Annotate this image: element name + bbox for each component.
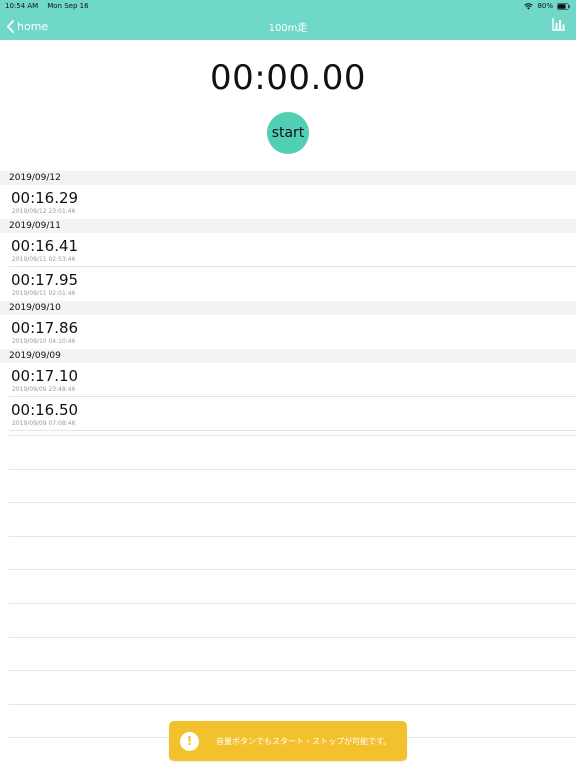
timer-display: 00:00.00 xyxy=(209,58,367,98)
battery-percent: 80% xyxy=(537,2,553,10)
header: 10:54 AM Mon Sep 16 80% home 100m走 xyxy=(0,0,576,40)
status-bar: 10:54 AM Mon Sep 16 80% xyxy=(0,0,576,12)
record-row[interactable]: 00:17.95 2019/09/11 02:01:46 xyxy=(9,267,576,301)
record-row[interactable]: 00:16.29 2019/09/12 23:01:46 xyxy=(9,185,576,219)
record-timestamp: 2019/09/11 02:53:46 xyxy=(12,256,76,263)
record-time: 00:16.41 xyxy=(11,237,79,255)
empty-rows xyxy=(9,435,576,768)
section-header-date: 2019/09/12 xyxy=(0,171,576,185)
section-header-date: 2019/09/10 xyxy=(0,301,576,315)
empty-row xyxy=(9,602,576,637)
toast: ! 音量ボタンでもスタート・ストップが可能です。 xyxy=(169,721,407,761)
empty-row xyxy=(9,435,576,469)
nav-bar: home 100m走 xyxy=(0,12,576,40)
record-timestamp: 2019/09/10 04:10:46 xyxy=(12,338,76,345)
record-timestamp: 2019/09/11 02:01:46 xyxy=(12,290,76,297)
empty-row xyxy=(9,636,576,671)
page-title: 100m走 xyxy=(268,23,308,34)
history-list: 2019/09/12 00:16.29 2019/09/12 23:01:46 201… xyxy=(0,171,576,431)
battery-icon xyxy=(557,2,570,10)
empty-row xyxy=(9,502,576,536)
start-button[interactable]: start xyxy=(267,112,309,154)
status-time: 10:54 AM xyxy=(5,2,39,10)
status-left: 10:54 AM Mon Sep 16 xyxy=(5,0,89,12)
record-timestamp: 2019/09/09 23:48:46 xyxy=(12,386,76,393)
record-time: 00:17.86 xyxy=(11,319,79,337)
section-header-date: 2019/09/09 xyxy=(0,349,576,363)
record-row[interactable]: 00:16.41 2019/09/11 02:53:46 xyxy=(9,233,576,267)
record-row[interactable]: 00:16.50 2019/09/09 07:08:46 xyxy=(9,397,576,431)
empty-row xyxy=(9,468,576,503)
record-timestamp: 2019/09/09 07:08:46 xyxy=(12,420,76,427)
record-row[interactable]: 00:17.10 2019/09/09 23:48:46 xyxy=(9,363,576,397)
exclamation-icon: ! xyxy=(180,731,199,751)
toast-message: 音量ボタンでもスタート・ストップが可能です。 xyxy=(216,736,392,746)
record-time: 00:17.95 xyxy=(11,271,79,289)
record-row[interactable]: 00:17.86 2019/09/10 04:10:46 xyxy=(9,315,576,349)
empty-row xyxy=(9,535,576,570)
wifi-icon xyxy=(524,2,534,10)
record-time: 00:17.10 xyxy=(11,367,79,385)
record-time: 00:16.50 xyxy=(11,401,79,419)
record-timestamp: 2019/09/12 23:01:46 xyxy=(12,208,76,215)
empty-row xyxy=(9,569,576,603)
bar-chart-icon xyxy=(552,17,566,31)
record-time: 00:16.29 xyxy=(11,189,79,207)
status-right: 80% xyxy=(524,0,570,12)
chart-button[interactable] xyxy=(552,17,566,31)
app-screen: 10:54 AM Mon Sep 16 80% home 100m走 00:00… xyxy=(0,0,576,768)
status-date: Mon Sep 16 xyxy=(47,2,89,10)
empty-row xyxy=(9,670,576,704)
section-header-date: 2019/09/11 xyxy=(0,219,576,233)
